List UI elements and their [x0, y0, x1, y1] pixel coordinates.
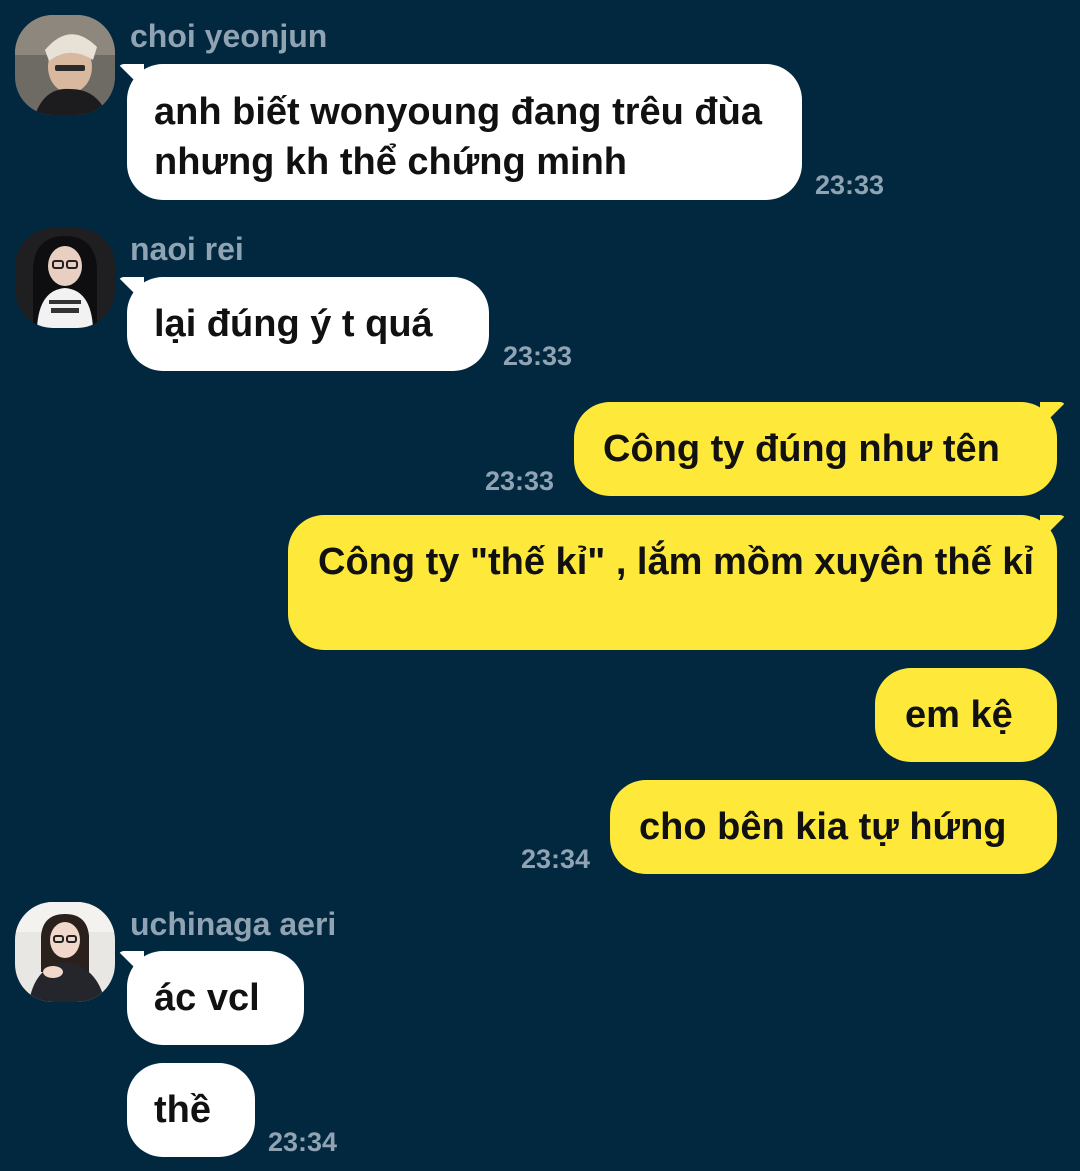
profile-photo-icon [15, 228, 115, 328]
message-text: em kệ [905, 694, 1013, 736]
avatar-choi-yeonjun[interactable] [15, 15, 115, 115]
message-bubble-incoming[interactable]: ác vcl [127, 951, 304, 1045]
message-bubble-outgoing[interactable]: Công ty "thế kỉ" , lắm mồm xuyên thế kỉ [288, 515, 1057, 650]
profile-photo-icon [15, 902, 115, 1002]
message-bubble-incoming[interactable]: lại đúng ý t quá [127, 277, 489, 371]
message-timestamp: 23:33 [815, 170, 885, 200]
message-text: ác vcl [154, 977, 260, 1019]
message-timestamp: 23:34 [268, 1127, 338, 1157]
message-text: Công ty "thế kỉ" , lắm mồm xuyên thế kỉ [318, 541, 1034, 583]
sender-name: uchinaga aeri [130, 906, 337, 942]
sender-name: choi yeonjun [130, 18, 328, 54]
profile-photo-icon [15, 15, 115, 115]
message-bubble-outgoing[interactable]: cho bên kia tự hứng [610, 780, 1057, 874]
message-bubble-incoming[interactable]: anh biết wonyoung đang trêu đùa nhưng kh… [127, 64, 802, 200]
chat-message-list[interactable]: choi yeonjun anh biết wonyoung đang trêu… [0, 0, 1080, 1171]
message-timestamp: 23:33 [503, 341, 573, 371]
message-text: lại đúng ý t quá [154, 303, 433, 345]
message-bubble-incoming[interactable]: thề [127, 1063, 255, 1157]
message-text: cho bên kia tự hứng [639, 806, 1007, 848]
message-timestamp: 23:34 [521, 844, 591, 874]
message-timestamp: 23:33 [485, 466, 555, 496]
sender-name: naoi rei [130, 231, 244, 267]
avatar-naoi-rei[interactable] [15, 228, 115, 328]
message-text: Công ty đúng như tên [603, 428, 1000, 470]
message-bubble-outgoing[interactable]: em kệ [875, 668, 1057, 762]
avatar-uchinaga-aeri[interactable] [15, 902, 115, 1002]
message-text: anh biết wonyoung đang trêu đùa nhưng kh… [154, 91, 762, 183]
message-bubble-outgoing[interactable]: Công ty đúng như tên [574, 402, 1057, 496]
message-text: thề [154, 1089, 211, 1131]
